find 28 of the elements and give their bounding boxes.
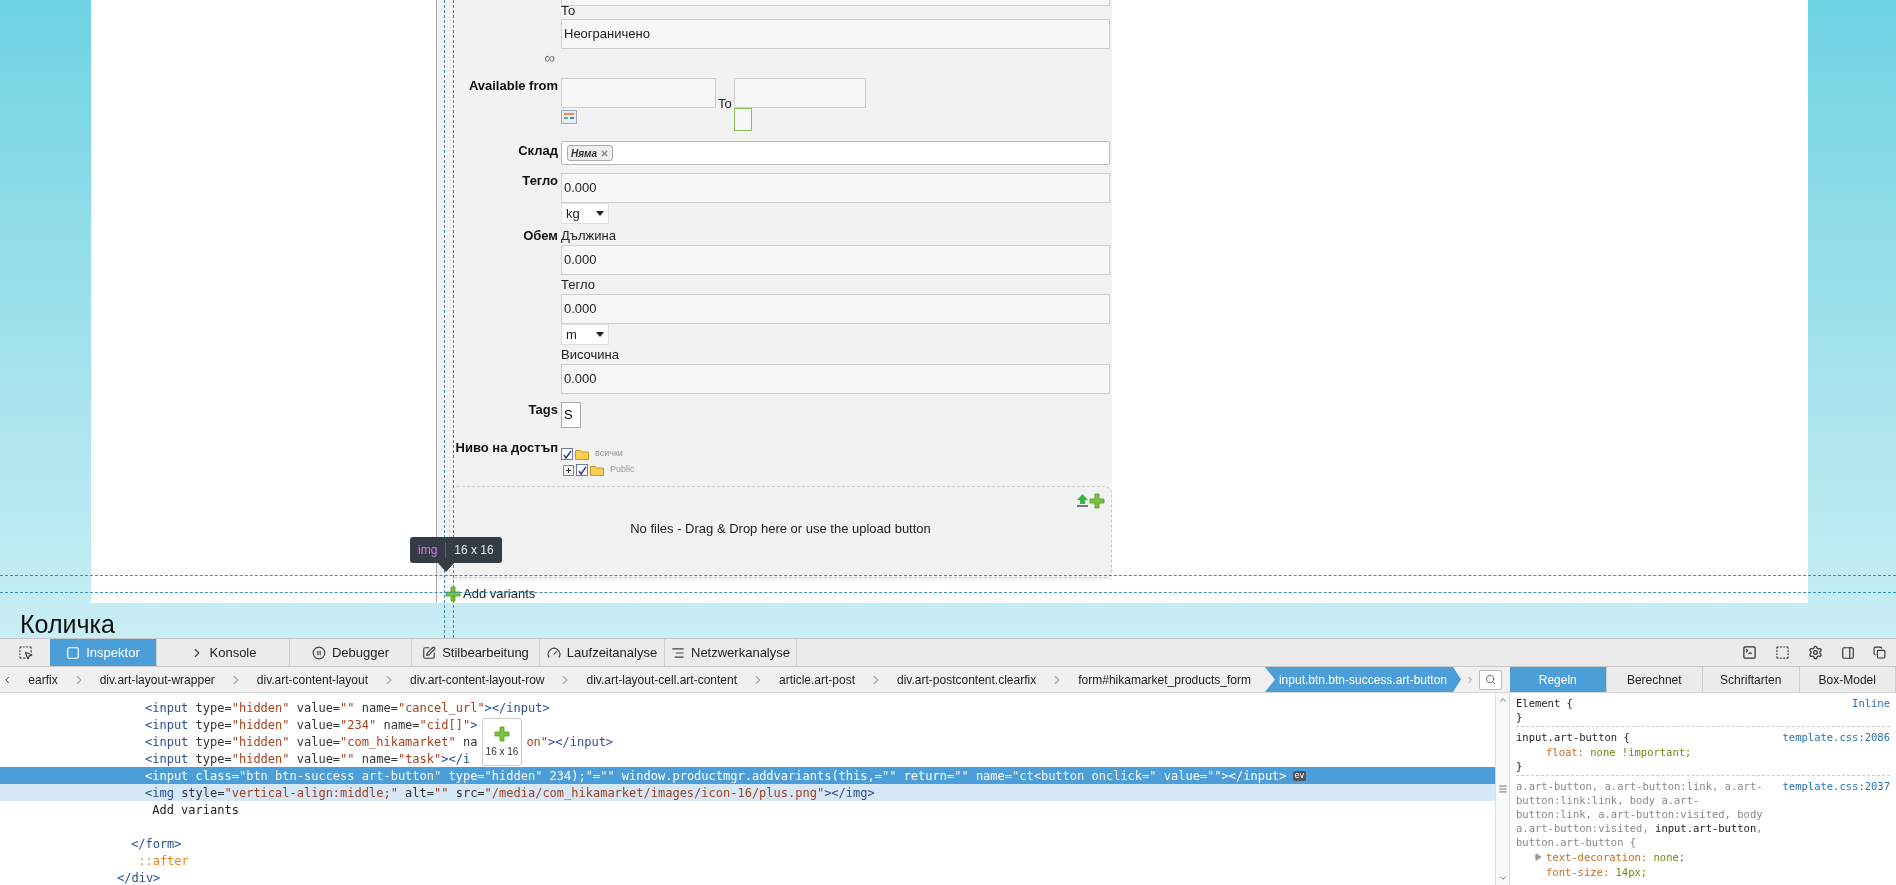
tree-item-label: Public (610, 463, 635, 477)
field-label: Обем (523, 227, 558, 245)
tree-item-label: всички (595, 447, 623, 461)
rule-selector: input.art-button { (1516, 730, 1631, 744)
closing-brace: } (1516, 760, 1523, 772)
declaration: float: none !important; (1546, 744, 1692, 759)
image-size: 16 x 16 (485, 744, 519, 759)
tag-chip-label: Няма (571, 146, 598, 161)
field-label: Тегло (522, 172, 558, 190)
rule-selector: a.art-button, a.art-button:link, a.art-button:link:link, body a.art-button:link, a.art-button:visited, body a.art-button:visited, input.art-button, button.art-button { (1516, 779, 1764, 849)
field-label: Available from (468, 77, 558, 95)
tooltip-size: 16 x 16 (454, 542, 494, 559)
infinity-symbol: ∞ (544, 50, 555, 66)
to-label: To (718, 95, 732, 113)
field-sublabel: Дължина (561, 227, 617, 245)
field-label: Tags (528, 401, 558, 419)
field-label: Склад (518, 142, 558, 160)
declaration: font-size: 14px; (1546, 864, 1648, 879)
field-label: Ниво на достъп (455, 439, 558, 457)
field-sublabel: Тегло (561, 276, 596, 294)
tooltip-tag: img (418, 541, 438, 559)
declaration: text-decoration: none; (1546, 849, 1686, 864)
closing-brace: } (1516, 711, 1523, 723)
field-sublabel: То (561, 3, 577, 19)
section-heading: Количка (20, 610, 115, 638)
dropzone-text: No files - Drag & Drop here or use the upload button (630, 520, 931, 539)
field-sublabel: Височина (561, 346, 620, 364)
rule-selector: Element { (1516, 696, 1574, 710)
